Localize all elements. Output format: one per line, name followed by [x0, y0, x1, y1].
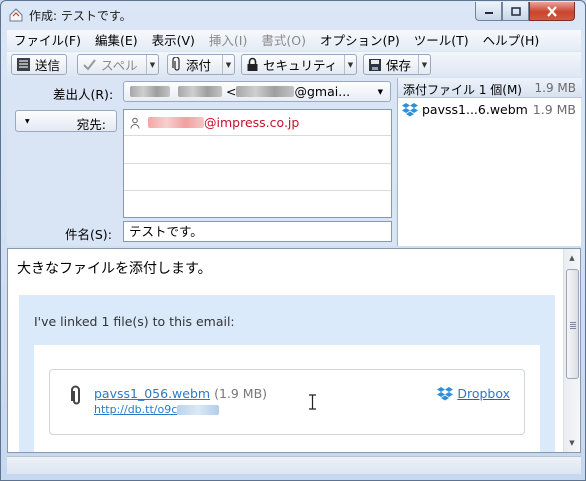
menu-view[interactable]: 表示(V)	[145, 30, 202, 51]
scroll-down-icon[interactable]: ▼	[566, 437, 578, 449]
attachment-item[interactable]: pavss1...6.webm 1.9 MB	[398, 100, 582, 120]
from-email-visible: @gmai...	[294, 84, 351, 99]
attach-label: 添付	[186, 58, 212, 73]
security-button[interactable]: セキュリティ ▼	[241, 54, 357, 75]
redacted-recipient	[148, 117, 204, 128]
attachment-total-size: 1.9 MB	[534, 81, 576, 95]
redacted-name	[178, 86, 222, 97]
recipient-row-empty[interactable]	[124, 191, 391, 218]
file-line: pavss1_056.webm (1.9 MB)	[94, 386, 267, 401]
attachment-panel: 添付ファイル 1 個(M) 1.9 MB pavss1...6.webm 1.9…	[397, 78, 582, 246]
paperclip-icon	[172, 57, 180, 71]
send-label: 送信	[35, 58, 61, 73]
save-label: 保存	[386, 58, 412, 73]
menu-help[interactable]: ヘルプ(H)	[476, 30, 547, 51]
spell-button[interactable]: スペル ▼	[77, 54, 159, 75]
chevron-down-icon[interactable]: ▼	[344, 55, 356, 74]
redacted-email	[236, 86, 295, 97]
scroll-thumb[interactable]	[566, 269, 579, 379]
recipient-type-label: 宛先:	[76, 117, 106, 132]
maximize-icon	[510, 6, 521, 16]
status-bar	[7, 456, 581, 474]
scroll-up-icon[interactable]: ▲	[566, 252, 578, 264]
chevron-down-icon: ▼	[25, 118, 30, 125]
menu-insert[interactable]: 挿入(I)	[202, 30, 254, 51]
checkmark-icon	[83, 58, 96, 71]
toolbar: 送信 スペル ▼ 添付 ▼ セキュリティ ▼ 保存 ▼	[7, 52, 581, 77]
menu-file[interactable]: ファイル(F)	[7, 30, 88, 51]
share-url-link[interactable]: http://db.tt/o9c	[94, 403, 220, 416]
recipient-type-select[interactable]: ▼ 宛先:	[15, 110, 117, 132]
attachment-count: 添付ファイル 1 個(M)	[403, 83, 522, 97]
recipient-domain: @impress.co.jp	[204, 115, 300, 130]
file-name-link[interactable]: pavss1_056.webm	[94, 386, 210, 401]
close-icon	[547, 5, 557, 17]
attachment-name: pavss1...6.webm	[422, 102, 528, 117]
from-select[interactable]: < @gmai... ▼	[123, 81, 391, 102]
subject-input[interactable]: テストです。	[123, 221, 392, 242]
menu-options[interactable]: オプション(P)	[313, 30, 407, 51]
security-label: セキュリティ	[263, 58, 338, 73]
lock-icon	[247, 57, 258, 71]
menu-format[interactable]: 書式(O)	[254, 30, 313, 51]
spell-label: スペル	[101, 58, 138, 73]
attach-button[interactable]: 添付 ▼	[167, 54, 235, 75]
attachment-header[interactable]: 添付ファイル 1 個(M) 1.9 MB	[398, 78, 582, 98]
recipient-list[interactable]: @impress.co.jp	[123, 109, 392, 218]
window-title: 作成: テストです。	[29, 9, 132, 23]
maximize-button[interactable]	[502, 2, 529, 21]
chevron-down-icon: ▼	[377, 88, 383, 96]
text-cursor-icon	[309, 394, 316, 410]
dropbox-link-block: I've linked 1 file(s) to this email: pav…	[19, 295, 555, 452]
vertical-scrollbar[interactable]: ▲ ▼	[563, 249, 580, 452]
recipient-row-empty[interactable]	[124, 164, 391, 191]
share-url-prefix: http://db.tt/o9c	[94, 403, 178, 416]
link-intro-text: I've linked 1 file(s) to this email:	[34, 314, 235, 329]
message-body-editor[interactable]: 大きなファイルを添付します。 I've linked 1 file(s) to …	[7, 248, 581, 453]
compose-app-icon	[9, 8, 23, 22]
close-button[interactable]	[529, 2, 575, 21]
redacted-name	[130, 86, 170, 97]
body-first-line: 大きなファイルを添付します。	[17, 261, 212, 277]
dropbox-icon	[402, 103, 418, 117]
recipient-row[interactable]: @impress.co.jp	[124, 110, 391, 136]
from-label: 差出人(R):	[53, 87, 114, 102]
person-icon	[130, 117, 140, 129]
save-icon	[369, 58, 381, 71]
chevron-down-icon[interactable]: ▼	[222, 55, 234, 74]
menu-tools[interactable]: ツール(T)	[407, 30, 476, 51]
dropbox-icon	[437, 387, 454, 401]
file-size: (1.9 MB)	[214, 386, 268, 401]
send-button[interactable]: 送信	[11, 54, 67, 75]
save-button[interactable]: 保存 ▼	[363, 54, 431, 75]
dropbox-label: Dropbox	[457, 386, 510, 401]
recipient-row-empty[interactable]	[124, 137, 391, 164]
compose-window: 作成: テストです。 ファイル(F) 編集(E) 表示(V) 挿入(I) 書式(…	[0, 0, 586, 481]
redacted-url	[177, 404, 220, 415]
recipient-address[interactable]: @impress.co.jp	[148, 115, 299, 130]
minimize-button[interactable]	[475, 2, 502, 21]
send-icon	[17, 58, 30, 71]
link-inner-panel: pavss1_056.webm (1.9 MB) http://db.tt/o9…	[34, 345, 540, 452]
dropbox-link[interactable]: Dropbox	[437, 386, 510, 401]
attachment-size: 1.9 MB	[532, 102, 576, 117]
paperclip-icon	[71, 385, 80, 405]
message-header: 差出人(R): < @gmai... ▼ ▼ 宛先: @impress.co.j…	[7, 78, 396, 246]
title-bar: 作成: テストです。	[1, 1, 585, 29]
menu-edit[interactable]: 編集(E)	[88, 30, 145, 51]
chevron-down-icon[interactable]: ▼	[146, 55, 158, 74]
file-link-card: pavss1_056.webm (1.9 MB) http://db.tt/o9…	[49, 369, 525, 435]
minimize-icon	[484, 12, 493, 14]
chevron-down-icon[interactable]: ▼	[418, 55, 430, 74]
menu-bar: ファイル(F) 編集(E) 表示(V) 挿入(I) 書式(O) オプション(P)…	[7, 30, 581, 51]
subject-label: 件名(S):	[65, 227, 112, 242]
